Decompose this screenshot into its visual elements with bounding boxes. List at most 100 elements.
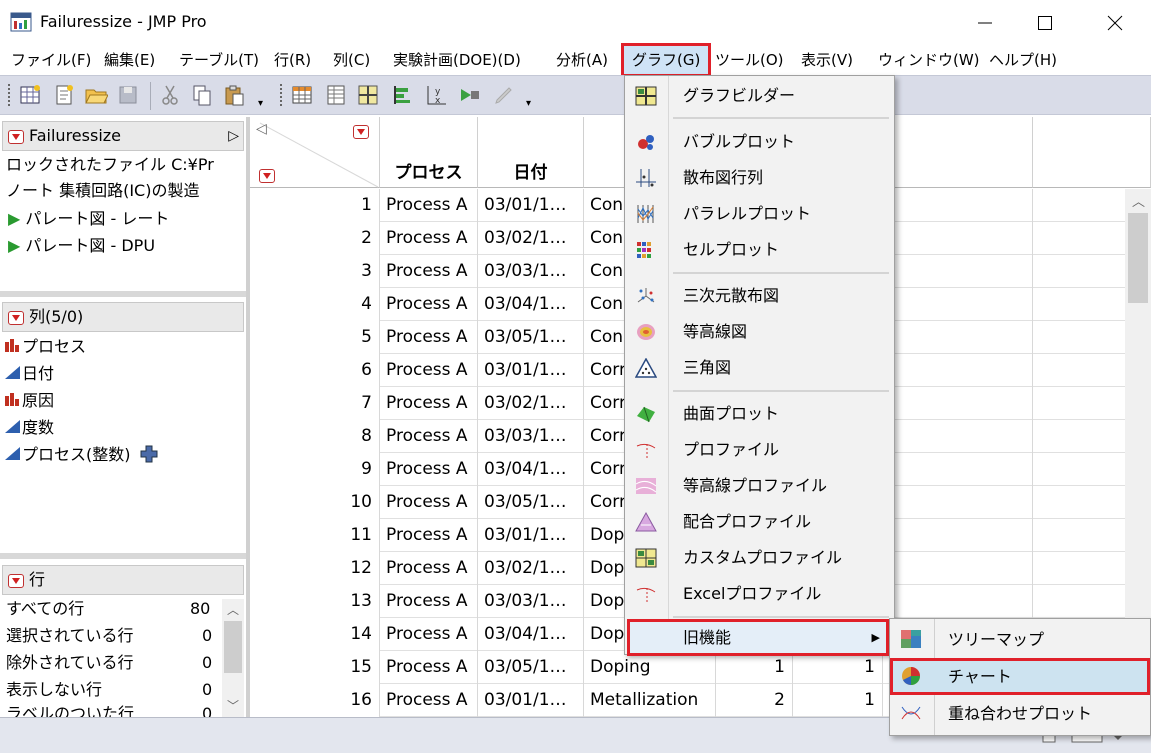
new-script-icon[interactable] bbox=[52, 83, 76, 107]
scroll-thumb[interactable] bbox=[1128, 213, 1148, 303]
row-number-cell[interactable]: 16 bbox=[250, 684, 380, 717]
process-cell[interactable]: Process A bbox=[380, 288, 478, 321]
row-number-cell[interactable]: 2 bbox=[250, 222, 380, 255]
process-cell[interactable]: Process A bbox=[380, 486, 478, 519]
row-number-cell[interactable]: 8 bbox=[250, 420, 380, 453]
process-cell[interactable]: Process A bbox=[380, 387, 478, 420]
menu-item-contour-profiler[interactable]: 等高線プロファイル bbox=[625, 468, 894, 504]
grid-corner[interactable]: ◁ bbox=[250, 117, 380, 188]
cut-icon[interactable] bbox=[158, 83, 182, 107]
empty-cell[interactable] bbox=[883, 222, 1033, 255]
table-panel-header[interactable]: Failuressize ▷ bbox=[2, 121, 244, 151]
save-icon[interactable] bbox=[116, 83, 140, 107]
date-cell[interactable]: 03/01/1… bbox=[478, 519, 584, 552]
menu-item-contour-plot[interactable]: 等高線図 bbox=[625, 314, 894, 350]
date-cell[interactable]: 03/03/1… bbox=[478, 420, 584, 453]
select-all-arrow-icon[interactable]: ◁ bbox=[256, 121, 267, 137]
rows-panel-header[interactable]: 行 bbox=[2, 565, 244, 595]
date-cell[interactable]: 03/02/1… bbox=[478, 552, 584, 585]
fit-model-icon[interactable] bbox=[458, 83, 482, 107]
toolbar-grip[interactable] bbox=[8, 84, 12, 106]
process-cell[interactable]: Process A bbox=[380, 222, 478, 255]
empty-cell[interactable] bbox=[883, 255, 1033, 288]
date-cell[interactable]: 03/03/1… bbox=[478, 255, 584, 288]
process-cell[interactable]: Process A bbox=[380, 255, 478, 288]
menu-item-scatterplot-matrix[interactable]: 散布図行列 bbox=[625, 160, 894, 196]
menu-item-cell-plot[interactable]: セルプロット bbox=[625, 232, 894, 268]
menu-table[interactable]: テーブル(T) bbox=[179, 45, 259, 75]
minimize-button[interactable] bbox=[955, 0, 1015, 45]
align-chart-icon[interactable] bbox=[390, 83, 414, 107]
row-number-cell[interactable]: 6 bbox=[250, 354, 380, 387]
empty-cell[interactable] bbox=[883, 585, 1033, 618]
column-header-process[interactable]: プロセス bbox=[380, 117, 478, 188]
tabulate-icon[interactable] bbox=[356, 83, 380, 107]
process-cell[interactable]: Process A bbox=[380, 585, 478, 618]
count-cell[interactable]: 2 bbox=[716, 684, 793, 717]
menu-item-graph-builder[interactable]: グラフビルダー bbox=[625, 78, 894, 114]
process-cell[interactable]: Process A bbox=[380, 189, 478, 222]
date-cell[interactable]: 03/03/1… bbox=[478, 585, 584, 618]
process-cell[interactable]: Process A bbox=[380, 684, 478, 717]
menu-file[interactable]: ファイル(F) bbox=[11, 45, 91, 75]
empty-cell[interactable] bbox=[883, 519, 1033, 552]
column-header-empty[interactable] bbox=[883, 117, 1033, 188]
edit-script-icon[interactable] bbox=[492, 83, 516, 107]
menu-item-surface-plot[interactable]: 曲面プロット bbox=[625, 396, 894, 432]
process-cell[interactable]: Process A bbox=[380, 618, 478, 651]
red-triangle-menu-icon[interactable] bbox=[8, 130, 24, 144]
column-item-count[interactable]: 度数 bbox=[4, 418, 54, 438]
empty-cell[interactable] bbox=[883, 453, 1033, 486]
maximize-button[interactable] bbox=[1015, 0, 1075, 45]
data-grid-icon[interactable] bbox=[324, 83, 348, 107]
date-cell[interactable]: 03/01/1… bbox=[478, 684, 584, 717]
menu-view[interactable]: 表示(V) bbox=[801, 45, 853, 75]
menu-cols[interactable]: 列(C) bbox=[333, 45, 370, 75]
empty-cell[interactable] bbox=[883, 486, 1033, 519]
row-number-cell[interactable]: 5 bbox=[250, 321, 380, 354]
menu-item-mixture-profiler[interactable]: 配合プロファイル bbox=[625, 504, 894, 540]
table-colored-icon[interactable] bbox=[290, 83, 314, 107]
menu-rows[interactable]: 行(R) bbox=[274, 45, 311, 75]
columns-panel-header[interactable]: 列(5/0) bbox=[2, 302, 244, 332]
open-folder-icon[interactable] bbox=[84, 83, 108, 107]
submenu-item-chart[interactable]: チャート bbox=[890, 658, 1150, 695]
date-cell[interactable]: 03/05/1… bbox=[478, 321, 584, 354]
column-item-process-int[interactable]: プロセス(整数) bbox=[4, 445, 158, 465]
row-number-cell[interactable]: 3 bbox=[250, 255, 380, 288]
columns-red-triangle-icon[interactable] bbox=[353, 125, 369, 139]
table-script-pareto-dpu[interactable]: ▶ パレート図 - DPU bbox=[8, 236, 155, 256]
scroll-down-icon[interactable]: ﹀ bbox=[227, 697, 239, 714]
cause-cell[interactable]: Metallization bbox=[584, 684, 716, 717]
date-cell[interactable]: 03/04/1… bbox=[478, 288, 584, 321]
menu-item-legacy[interactable]: 旧機能 ▶ bbox=[627, 619, 889, 656]
submenu-item-treemap[interactable]: ツリーマップ bbox=[890, 621, 1150, 658]
panel-splitter[interactable] bbox=[0, 291, 248, 297]
date-cell[interactable]: 03/04/1… bbox=[478, 618, 584, 651]
date-cell[interactable]: 03/04/1… bbox=[478, 453, 584, 486]
menu-item-parallel-plot[interactable]: パラレルプロット bbox=[625, 196, 894, 232]
toolbar-overflow-icon-2[interactable]: ▾ bbox=[526, 98, 531, 109]
menu-item-custom-profiler[interactable]: カスタムプロファイル bbox=[625, 540, 894, 576]
empty-cell[interactable] bbox=[883, 387, 1033, 420]
menu-item-profiler[interactable]: プロファイル bbox=[625, 432, 894, 468]
date-cell[interactable]: 03/02/1… bbox=[478, 387, 584, 420]
process-cell[interactable]: Process A bbox=[380, 321, 478, 354]
row-number-cell[interactable]: 13 bbox=[250, 585, 380, 618]
empty-cell[interactable] bbox=[883, 552, 1033, 585]
row-number-cell[interactable]: 14 bbox=[250, 618, 380, 651]
toolbar-grip-2[interactable] bbox=[280, 84, 284, 106]
process-cell[interactable]: Process A bbox=[380, 519, 478, 552]
process-cell[interactable]: Process A bbox=[380, 552, 478, 585]
row-number-cell[interactable]: 9 bbox=[250, 453, 380, 486]
empty-cell[interactable] bbox=[883, 420, 1033, 453]
row-number-cell[interactable]: 11 bbox=[250, 519, 380, 552]
red-triangle-menu-icon[interactable] bbox=[8, 311, 24, 325]
row-number-cell[interactable]: 10 bbox=[250, 486, 380, 519]
menu-item-excel-profiler[interactable]: Excelプロファイル bbox=[625, 576, 894, 612]
menu-tools[interactable]: ツール(O) bbox=[715, 45, 784, 75]
date-cell[interactable]: 03/05/1… bbox=[478, 486, 584, 519]
column-item-cause[interactable]: 原因 bbox=[4, 391, 54, 411]
row-number-cell[interactable]: 4 bbox=[250, 288, 380, 321]
process-cell[interactable]: Process A bbox=[380, 420, 478, 453]
